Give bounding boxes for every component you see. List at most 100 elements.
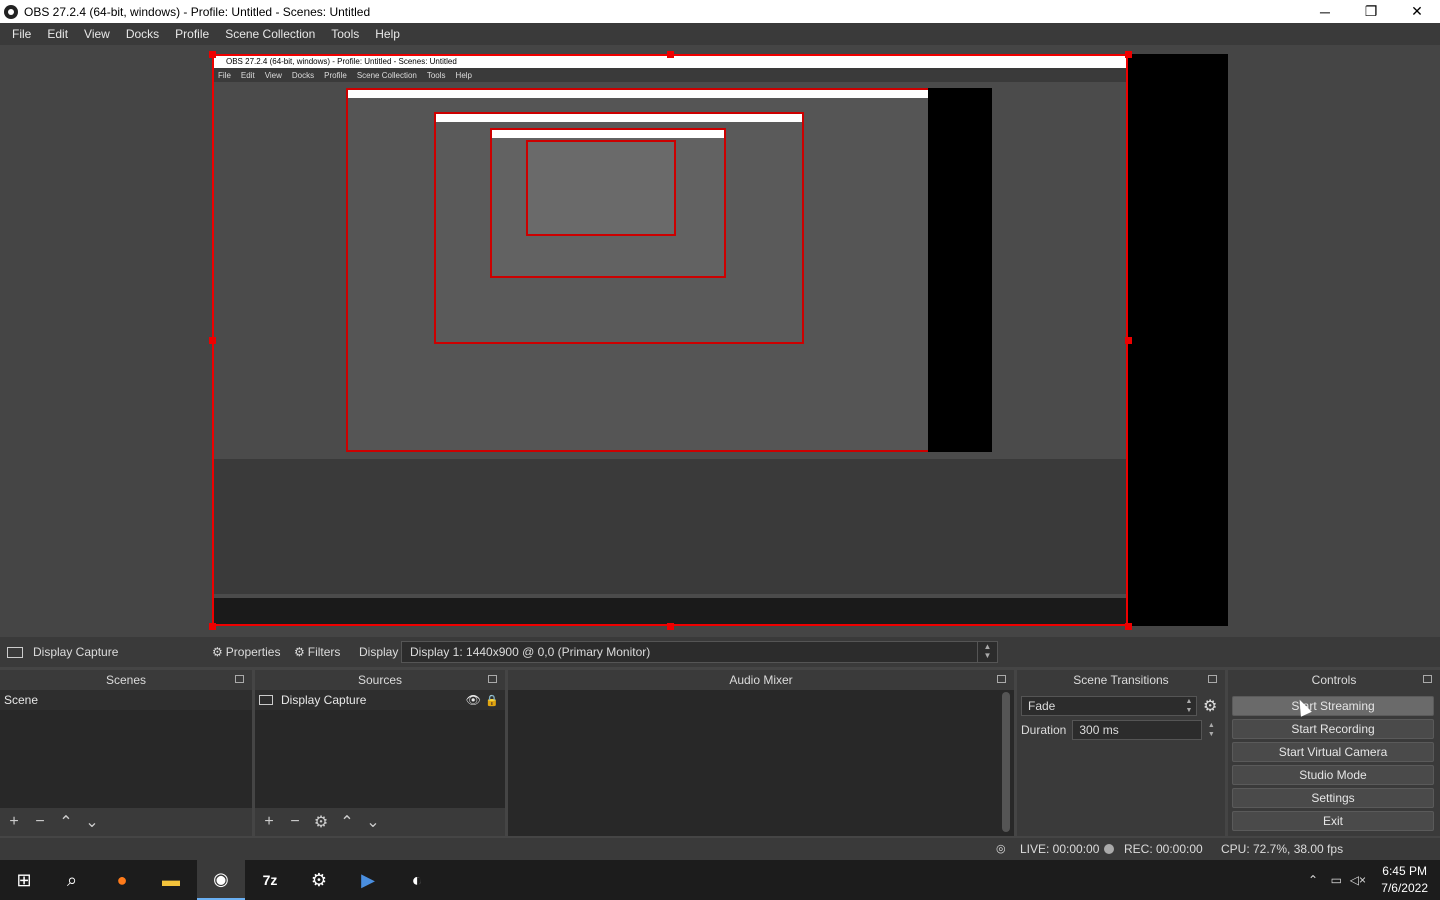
captured-menu-item: Profile [324, 70, 347, 80]
scenes-dock: Scenes Scene + − ⌃ ⌄ [0, 670, 252, 836]
clock-time: 6:45 PM [1382, 864, 1427, 878]
menu-view[interactable]: View [76, 27, 118, 41]
undock-icon[interactable] [1423, 675, 1432, 683]
transition-select[interactable]: Fade ▲ ▼ [1021, 696, 1197, 716]
chevron-up-icon[interactable]: ⌃ [1308, 873, 1318, 887]
studio-mode-button[interactable]: Studio Mode [1232, 765, 1434, 785]
add-icon[interactable]: + [6, 813, 22, 831]
audio-mixer-title: Audio Mixer [729, 673, 793, 687]
menu-help[interactable]: Help [367, 27, 408, 41]
xbox-icon[interactable]: ◐ [393, 860, 441, 900]
menu-profile[interactable]: Profile [167, 27, 217, 41]
resize-handle-b[interactable] [667, 623, 674, 630]
recursive-titlebar [492, 130, 724, 138]
move-up-icon[interactable]: ⌃ [58, 812, 74, 832]
sources-dock-title: Sources [357, 673, 403, 687]
duration-value: 300 ms [1079, 723, 1119, 737]
resize-handle-tl[interactable] [209, 51, 216, 58]
sources-toolbar: + − ⚙ ⌃ ⌄ [255, 808, 505, 836]
search-icon[interactable]: ⌕ [48, 860, 96, 900]
gear-icon[interactable]: ⚙ [1203, 696, 1217, 716]
undock-icon[interactable] [997, 675, 1006, 683]
menu-file[interactable]: File [4, 27, 39, 41]
audio-mixer-dock: Audio Mixer [508, 670, 1014, 836]
display-label: Display [359, 645, 399, 659]
menu-docks[interactable]: Docks [118, 27, 167, 41]
add-icon[interactable]: + [261, 813, 277, 831]
close-button[interactable]: ✕ [1394, 0, 1440, 23]
obs-app-icon [4, 4, 18, 19]
volume-muted-icon[interactable]: ◁× [1350, 873, 1366, 887]
audio-mixer-scrollbar[interactable] [1002, 692, 1010, 832]
network-icon[interactable]: ▭ [1331, 873, 1342, 887]
restore-button[interactable]: ❐ [1348, 0, 1394, 23]
windows-taskbar: ⊞ ⌕ ● ▬ ◉ 7z ⚙ ▶ ◐ ⌃ ▭ ◁× 6:45 PM 7/6/20… [0, 860, 1440, 900]
move-down-icon[interactable]: ⌄ [365, 812, 381, 832]
monitor-icon [7, 646, 23, 658]
rec-timer: REC: 00:00:00 [1124, 842, 1203, 856]
recursive-titlebar [348, 90, 928, 98]
captured-docks [212, 459, 1128, 594]
transition-select-value: Fade [1028, 699, 1056, 713]
obs-icon[interactable]: ◉ [197, 860, 245, 900]
preview-area[interactable]: OBS 27.2.4 (64-bit, windows) - Profile: … [0, 45, 1440, 637]
recursive-titlebar [436, 114, 802, 122]
display-capture-preview[interactable]: OBS 27.2.4 (64-bit, windows) - Profile: … [212, 54, 1128, 626]
audio-mixer-header: Audio Mixer [508, 670, 1014, 690]
menu-tools[interactable]: Tools [323, 27, 367, 41]
move-up-icon[interactable]: ⌃ [339, 812, 355, 832]
resize-handle-tr[interactable] [1125, 51, 1132, 58]
captured-taskbar [212, 598, 1128, 626]
start-virtual-camera-button[interactable]: Start Virtual Camera [1232, 742, 1434, 762]
monitor-icon [259, 695, 273, 705]
scene-item[interactable]: Scene [0, 690, 252, 710]
visibility-eye-icon[interactable]: 👁 [466, 693, 481, 707]
audio-mixer-panel [508, 690, 1014, 836]
controls-header: Controls [1228, 670, 1440, 690]
chevron-updown-icon: ▲ ▼ [1185, 698, 1193, 714]
filters-label: Filters [307, 645, 341, 659]
resize-handle-t[interactable] [667, 51, 674, 58]
windows-start-icon[interactable]: ⊞ [0, 860, 48, 900]
gear-icon[interactable]: ⚙ [313, 812, 329, 832]
7zip-icon[interactable]: 7z [246, 860, 294, 900]
start-streaming-button[interactable]: Start Streaming [1232, 696, 1434, 716]
settings-button[interactable]: Settings [1232, 788, 1434, 808]
properties-label: Properties [225, 645, 281, 659]
move-down-icon[interactable]: ⌄ [84, 812, 100, 832]
resize-handle-l[interactable] [209, 337, 216, 344]
lock-icon[interactable]: 🔒 [485, 694, 499, 707]
file-explorer-icon[interactable]: ▬ [147, 860, 195, 900]
display-select[interactable]: Display 1: 1440x900 @ 0,0 (Primary Monit… [401, 641, 998, 663]
properties-button[interactable]: ⚙ Properties [212, 645, 280, 659]
filters-button[interactable]: ⚙ Filters [294, 645, 340, 659]
captured-menu-item: Help [455, 70, 472, 80]
menu-edit[interactable]: Edit [39, 27, 76, 41]
firefox-icon[interactable]: ● [98, 860, 146, 900]
scenes-dock-header: Scenes [0, 670, 252, 690]
remove-icon[interactable]: − [287, 813, 303, 831]
undock-icon[interactable] [488, 675, 497, 683]
sources-list: Display Capture 👁 🔒 [255, 690, 505, 808]
resize-handle-br[interactable] [1125, 623, 1132, 630]
settings-icon[interactable]: ⚙ [295, 860, 343, 900]
duration-input[interactable]: 300 ms [1072, 720, 1203, 740]
recursive-preview-level-1 [346, 88, 930, 452]
minimize-button[interactable]: ─ [1302, 0, 1348, 23]
undock-icon[interactable] [235, 675, 244, 683]
menubar: File Edit View Docks Profile Scene Colle… [0, 23, 1440, 45]
resize-handle-bl[interactable] [209, 623, 216, 630]
taskbar-clock[interactable]: 6:45 PM 7/6/2022 [1381, 863, 1428, 897]
source-item[interactable]: Display Capture 👁 🔒 [255, 690, 505, 710]
resize-handle-r[interactable] [1125, 337, 1132, 344]
remove-icon[interactable]: − [32, 813, 48, 831]
duration-stepper[interactable]: ▲ ▼ [1204, 721, 1218, 739]
captured-menu-item: Tools [426, 70, 446, 80]
source-item-label: Display Capture [281, 693, 367, 707]
start-recording-button[interactable]: Start Recording [1232, 719, 1434, 739]
powershell-icon[interactable]: ▶ [344, 860, 392, 900]
menu-scene-collection[interactable]: Scene Collection [217, 27, 323, 41]
undock-icon[interactable] [1208, 675, 1217, 683]
exit-button[interactable]: Exit [1232, 811, 1434, 831]
sources-dock-header: Sources [255, 670, 505, 690]
